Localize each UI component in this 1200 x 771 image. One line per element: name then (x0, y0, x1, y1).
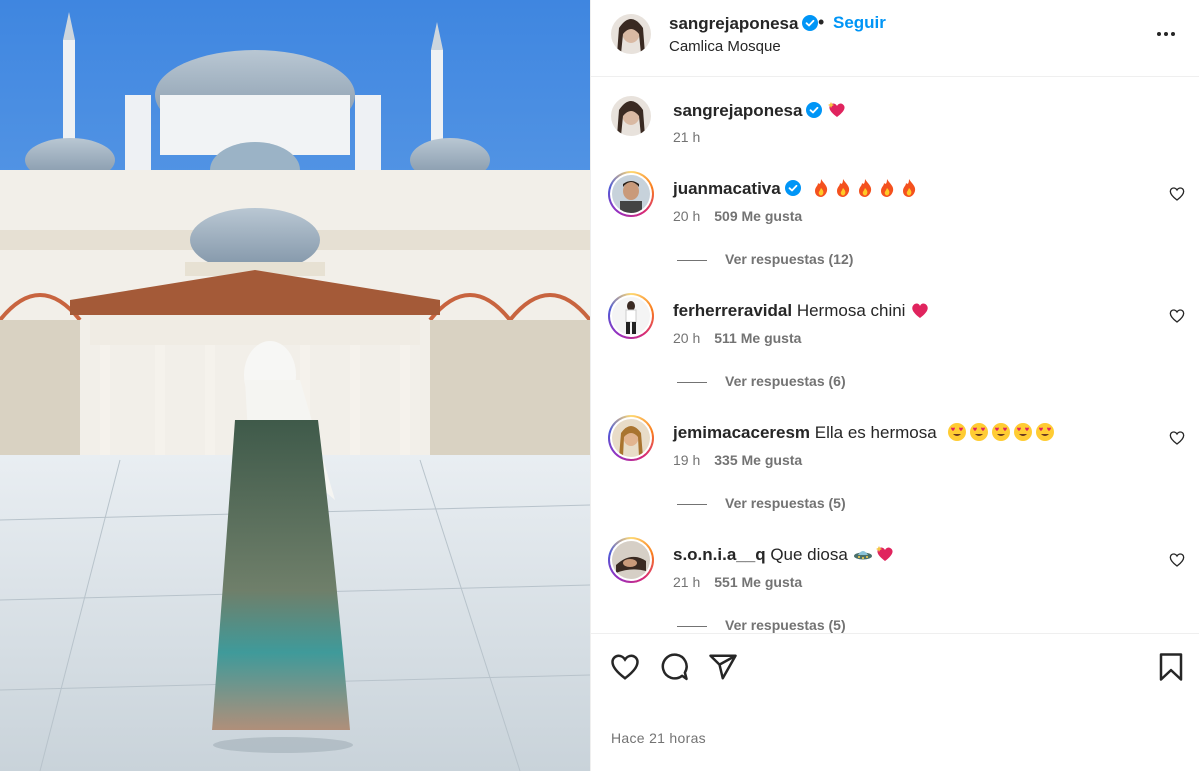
flying-saucer-emoji-icon (853, 551, 872, 560)
post-location[interactable]: Camlica Mosque (669, 38, 781, 55)
comment-time[interactable]: 20 h (673, 208, 700, 224)
post-header: sangrejaponesa • Seguir Camlica Mosque (591, 0, 1199, 77)
comment-line: juanmacativa (673, 178, 921, 199)
caption-username[interactable]: sangrejaponesa (673, 101, 802, 120)
replies-divider (677, 381, 707, 383)
bookmark-icon[interactable] (1156, 652, 1186, 682)
heart-eyes-emoji-icon (992, 423, 1011, 441)
heart-icon[interactable] (1169, 552, 1185, 568)
comments-list[interactable]: sangrejaponesa 21 h juanmacativa 20 h 509… (591, 78, 1199, 633)
verified-badge-icon (784, 180, 801, 196)
comment-avatar[interactable] (608, 537, 654, 583)
comment-time[interactable]: 19 h (673, 452, 700, 468)
comment-username[interactable]: s.o.n.i.a__q (673, 545, 766, 564)
caption-time[interactable]: 21 h (673, 129, 700, 145)
send-icon[interactable] (708, 652, 738, 682)
fire-emoji-icon (815, 179, 828, 197)
comment-avatar[interactable] (608, 293, 654, 339)
comment-avatar[interactable] (608, 171, 654, 217)
view-replies-label[interactable]: Ver respuestas (12) (725, 251, 853, 267)
comment-line: ferherreravidal Hermosa chini (673, 300, 932, 321)
follow-button[interactable]: Seguir (833, 13, 886, 33)
post-timestamp[interactable]: Hace 21 horas (611, 730, 706, 746)
view-replies-link[interactable]: Ver respuestas (6) (677, 373, 846, 389)
comment-likes[interactable]: 511 Me gusta (714, 330, 801, 346)
verified-badge-icon (806, 102, 823, 118)
heart-icon[interactable] (1169, 308, 1185, 324)
comment-icon[interactable] (659, 652, 689, 682)
replies-divider (677, 503, 707, 505)
caption-line: sangrejaponesa (673, 100, 849, 121)
fire-emoji-icon (859, 179, 872, 197)
comment-username[interactable]: jemimacaceresm (673, 423, 810, 442)
heart-icon[interactable] (1169, 430, 1185, 446)
comment-likes[interactable]: 335 Me gusta (714, 452, 802, 468)
red-heart-emoji-icon (912, 303, 928, 318)
heart-eyes-emoji-icon (948, 423, 967, 441)
comment-username[interactable]: juanmacativa (673, 179, 781, 198)
comment-text: Que diosa (770, 545, 848, 564)
post-actions: Hace 21 horas (591, 633, 1199, 771)
replies-divider (677, 259, 707, 261)
view-replies-label[interactable]: Ver respuestas (6) (725, 373, 846, 389)
comment-text: Hermosa chini (796, 301, 906, 320)
fire-emoji-icon (837, 179, 850, 197)
author-avatar[interactable] (611, 14, 651, 54)
separator-dot: • (818, 12, 825, 32)
fire-emoji-icon (903, 179, 916, 197)
author-username-text[interactable]: sangrejaponesa (669, 14, 798, 33)
view-replies-link[interactable]: Ver respuestas (5) (677, 495, 846, 511)
author-username[interactable]: sangrejaponesa (669, 14, 819, 34)
post-photo[interactable] (0, 0, 590, 771)
view-replies-link[interactable]: Ver respuestas (5) (677, 617, 846, 633)
view-replies-label[interactable]: Ver respuestas (5) (725, 617, 846, 633)
heart-eyes-emoji-icon (970, 423, 989, 441)
comment-likes[interactable]: 509 Me gusta (714, 208, 802, 224)
more-options-icon[interactable] (1154, 22, 1178, 46)
heart-eyes-emoji-group (947, 423, 1057, 442)
comment-meta: 21 h 551 Me gusta (673, 574, 802, 590)
post-details-panel: sangrejaponesa • Seguir Camlica Mosque s… (590, 0, 1200, 771)
comment-username[interactable]: ferherreravidal (673, 301, 792, 320)
comment-avatar[interactable] (608, 415, 654, 461)
heart-eyes-emoji-icon (1014, 423, 1033, 441)
mosque-photo-illustration (0, 0, 590, 771)
comment-text: Ella es hermosa (814, 423, 937, 442)
comment-line: jemimacaceresm Ella es hermosa (673, 422, 1057, 443)
heart-icon[interactable] (610, 652, 640, 682)
comment-meta: 20 h 509 Me gusta (673, 208, 802, 224)
comment-meta: 19 h 335 Me gusta (673, 452, 802, 468)
heart-icon[interactable] (1169, 186, 1185, 202)
caption-avatar[interactable] (611, 96, 651, 136)
comment-line: s.o.n.i.a__q Que diosa (673, 544, 897, 565)
fire-emoji-icon (881, 179, 894, 197)
sparkling-heart-emoji-icon (828, 102, 845, 117)
comment-likes[interactable]: 551 Me gusta (714, 574, 802, 590)
comment-time[interactable]: 21 h (673, 574, 700, 590)
replies-divider (677, 625, 707, 627)
view-replies-label[interactable]: Ver respuestas (5) (725, 495, 846, 511)
fire-emoji-group (811, 179, 921, 198)
verified-badge-icon (802, 15, 819, 31)
heart-eyes-emoji-icon (1036, 423, 1055, 441)
comment-time[interactable]: 20 h (673, 330, 700, 346)
comment-meta: 20 h 511 Me gusta (673, 330, 801, 346)
sparkling-heart-emoji-icon (875, 546, 893, 561)
view-replies-link[interactable]: Ver respuestas (12) (677, 251, 853, 267)
caption-meta: 21 h (673, 129, 700, 145)
